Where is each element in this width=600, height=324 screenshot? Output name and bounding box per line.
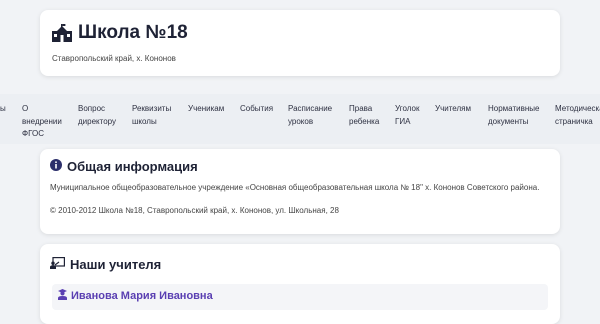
nav-item-fgos[interactable]: Овнедрении ФГОС <box>22 103 62 141</box>
school-name: Школа №18 <box>78 22 188 43</box>
info-circle-icon <box>50 159 62 174</box>
nav-item-ask-director[interactable]: Вопрос директору <box>78 103 116 128</box>
page-title: Школа №18 <box>52 22 188 44</box>
teacher-name-text: Иванова Мария Ивановна <box>71 290 213 302</box>
nav-item-gia[interactable]: Уголок ГИА <box>395 103 419 128</box>
nav-item-schedule[interactable]: Расписание уроков <box>288 103 332 128</box>
school-address: Ставропольский край, х. Кононов <box>52 54 176 63</box>
nav-item-events[interactable]: События <box>240 103 273 116</box>
nav-item-school-details[interactable]: Реквизиты школы <box>132 103 171 128</box>
teacher-list-item[interactable]: Иванова Мария Ивановна <box>52 284 548 310</box>
nav-item-child-rights[interactable]: Права ребенка <box>349 103 379 128</box>
user-graduate-icon <box>58 289 67 303</box>
chalkboard-teacher-icon <box>50 257 65 272</box>
nav-item-normative-docs[interactable]: Нормативные документы <box>488 103 539 128</box>
teachers-title: Наши учителя <box>50 257 161 272</box>
teachers-card: Наши учителя Иванова Мария Ивановна <box>40 244 560 324</box>
teacher-name[interactable]: Иванова Мария Ивановна <box>58 289 213 303</box>
nav-item-partial[interactable]: ы <box>0 103 6 116</box>
general-info-heading: Общая информация <box>67 159 198 174</box>
copyright-text: © 2010-2012 Школа №18, Ставропольский кр… <box>50 206 339 215</box>
main-nav: ы Овнедрении ФГОС Вопрос директору Реквизи… <box>0 94 600 144</box>
school-icon <box>52 24 72 42</box>
school-description: Муниципальное общеобразовательное учрежд… <box>50 183 540 192</box>
teachers-heading: Наши учителя <box>70 257 162 272</box>
nav-item-teachers[interactable]: Учителям <box>435 103 471 116</box>
header-card: Школа №18 Ставропольский край, х. Кононо… <box>40 10 560 76</box>
nav-item-students[interactable]: Ученикам <box>188 103 224 116</box>
general-info-title: Общая информация <box>50 159 198 174</box>
nav-item-methodical[interactable]: Методическаястраничка <box>555 103 600 128</box>
general-info-card: Общая информация Муниципальное общеобраз… <box>40 149 560 234</box>
